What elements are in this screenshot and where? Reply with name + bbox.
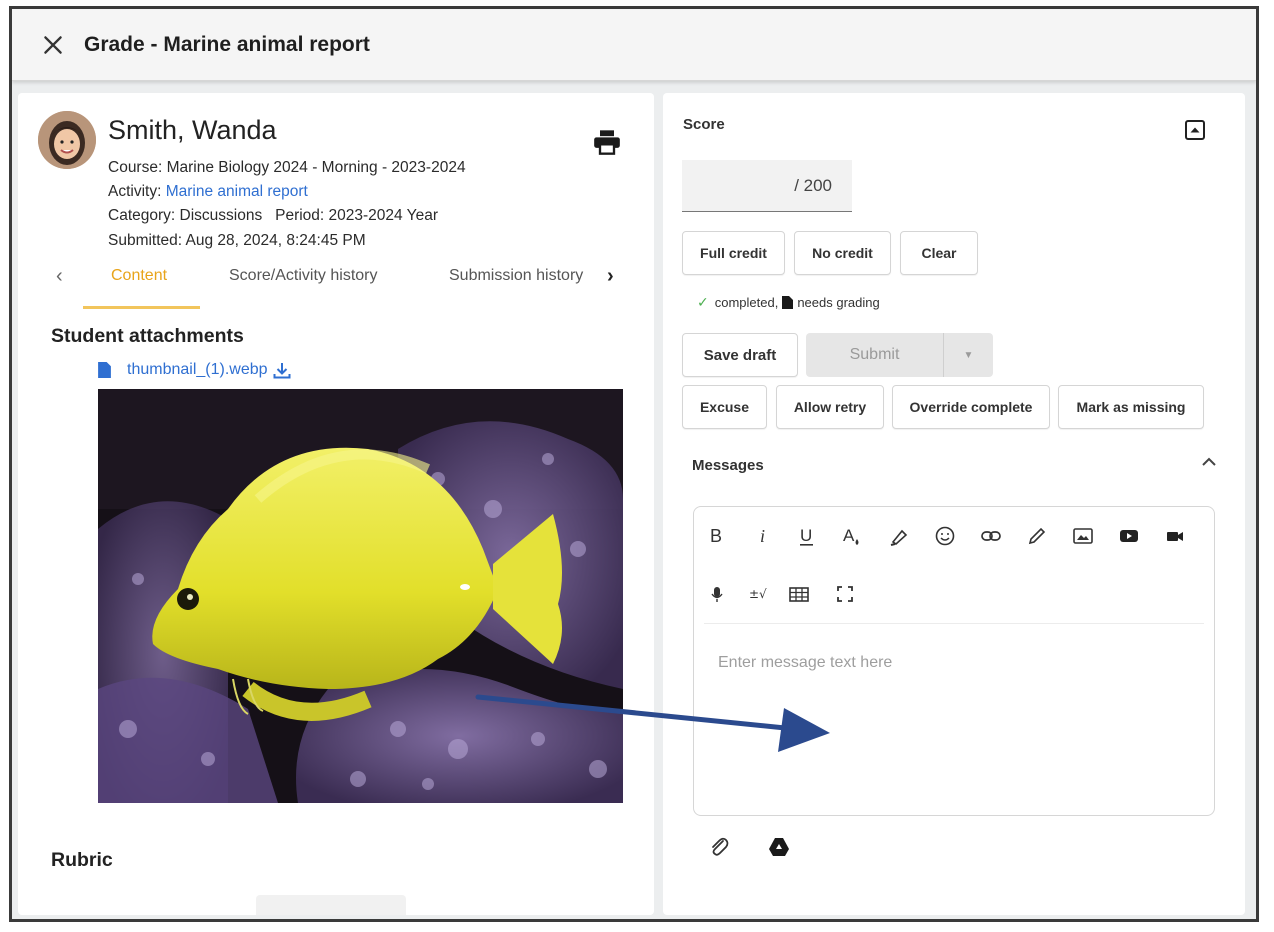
tab-content[interactable]: Content	[111, 267, 167, 285]
score-max: / 200	[794, 175, 832, 195]
print-icon[interactable]	[593, 129, 621, 155]
tab-score-activity-history[interactable]: Score/Activity history	[229, 267, 377, 285]
close-icon[interactable]	[40, 32, 66, 58]
mark-as-missing-button[interactable]: Mark as missing	[1058, 385, 1204, 429]
tab-bar: ‹ Content Score/Activity history Submiss…	[18, 253, 654, 309]
bold-icon[interactable]: B	[704, 523, 730, 549]
toolbar-divider	[704, 623, 1204, 624]
no-credit-button[interactable]: No credit	[794, 231, 891, 275]
submission-panel: Smith, Wanda Course: Marine Biology 2024…	[18, 93, 654, 915]
highlighter-icon[interactable]	[886, 523, 912, 549]
document-icon	[782, 296, 794, 309]
status-needs-grading: needs grading	[797, 295, 880, 310]
file-icon	[98, 362, 111, 378]
text-color-icon[interactable]: A	[839, 523, 865, 549]
math-equation-icon[interactable]: ±√	[746, 581, 772, 607]
clear-button[interactable]: Clear	[900, 231, 978, 275]
grading-panel: Score / 200 Full credit No credit Clear …	[663, 93, 1245, 915]
youtube-icon[interactable]	[1116, 523, 1142, 549]
table-icon[interactable]	[786, 581, 812, 607]
attachment-link[interactable]: thumbnail_(1).webp	[98, 361, 291, 379]
svg-text:i: i	[760, 526, 765, 546]
attachments-heading: Student attachments	[51, 325, 244, 347]
tab-submission-history[interactable]: Submission history	[449, 267, 592, 285]
excuse-button[interactable]: Excuse	[682, 385, 767, 429]
allow-retry-button[interactable]: Allow retry	[776, 385, 884, 429]
submit-button[interactable]: Submit	[806, 333, 943, 377]
override-complete-button[interactable]: Override complete	[892, 385, 1050, 429]
message-editor: B i U A ±√ Enter message text here	[693, 506, 1215, 816]
check-icon: ✓	[697, 294, 709, 310]
svg-text:±√: ±√	[749, 587, 767, 601]
underline-icon[interactable]: U	[794, 523, 820, 549]
title-bar: Grade - Marine animal report	[12, 9, 1256, 81]
grade-window: Grade - Marine animal report Smith, Wand…	[9, 6, 1259, 922]
fullscreen-icon[interactable]	[832, 581, 858, 607]
rubric-heading: Rubric	[51, 849, 113, 871]
student-avatar	[38, 111, 96, 169]
svg-text:A: A	[843, 526, 855, 545]
rubric-placeholder	[256, 895, 406, 915]
submitted-info: Submitted: Aug 28, 2024, 8:24:45 PM	[108, 232, 366, 249]
microphone-icon[interactable]	[704, 581, 730, 607]
full-credit-button[interactable]: Full credit	[682, 231, 785, 275]
link-icon[interactable]	[978, 523, 1004, 549]
score-label: Score	[683, 116, 725, 133]
status-line: ✓ completed, needs grading	[697, 294, 880, 311]
window-title: Grade - Marine animal report	[84, 32, 370, 56]
activity-label: Activity:	[108, 183, 162, 200]
active-tab-indicator	[83, 306, 200, 309]
attachment-image	[98, 389, 623, 803]
message-text-area[interactable]: Enter message text here	[718, 654, 1188, 794]
activity-link[interactable]: Marine animal report	[166, 183, 308, 200]
tab-scroll-right-icon[interactable]: ›	[607, 265, 614, 288]
svg-text:B: B	[710, 526, 722, 546]
download-icon[interactable]	[273, 362, 291, 379]
student-name: Smith, Wanda	[108, 115, 277, 145]
status-completed: completed,	[714, 295, 779, 310]
category-info: Category: Discussions Period: 2023-2024 …	[108, 207, 439, 224]
google-drive-icon[interactable]	[767, 835, 791, 859]
messages-label: Messages	[692, 457, 764, 474]
image-icon[interactable]	[1070, 523, 1096, 549]
save-draft-button[interactable]: Save draft	[682, 333, 798, 377]
italic-icon[interactable]: i	[750, 523, 776, 549]
video-camera-icon[interactable]	[1162, 523, 1188, 549]
submit-split-button: Submit ▼	[806, 333, 993, 377]
course-info: Course: Marine Biology 2024 - Morning - …	[108, 159, 466, 176]
attach-file-icon[interactable]	[707, 835, 731, 859]
chevron-up-icon[interactable]	[1200, 455, 1218, 469]
activity-info: Activity: Marine animal report	[108, 183, 308, 201]
emoji-icon[interactable]	[932, 523, 958, 549]
collapse-panel-icon[interactable]	[1184, 119, 1206, 141]
attachment-filename: thumbnail_(1).webp	[127, 361, 268, 378]
svg-text:U: U	[800, 526, 812, 545]
submit-dropdown-icon[interactable]: ▼	[944, 333, 993, 377]
score-input[interactable]: / 200	[682, 160, 852, 212]
pencil-icon[interactable]	[1024, 523, 1050, 549]
tab-scroll-left-icon[interactable]: ‹	[56, 265, 63, 288]
